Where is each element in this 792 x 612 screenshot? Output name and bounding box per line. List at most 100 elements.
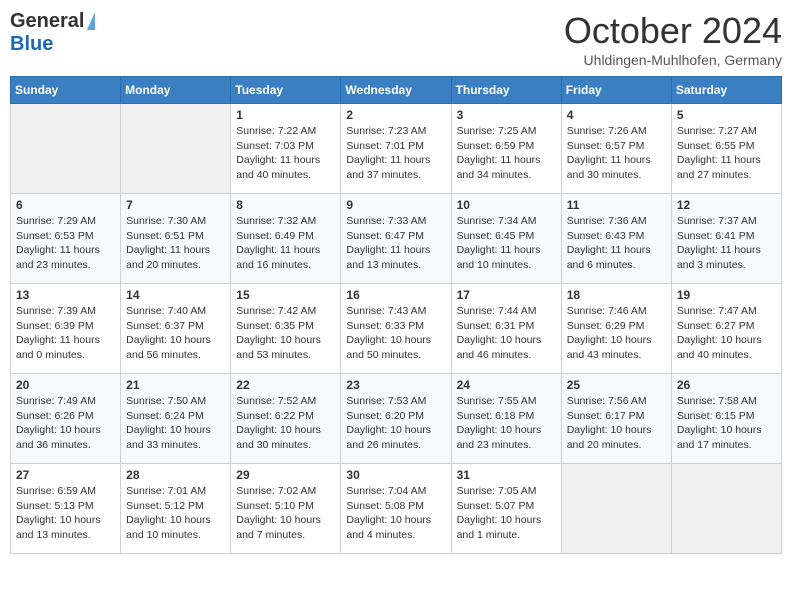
day-number: 21: [126, 378, 225, 392]
weekday-header-monday: Monday: [121, 77, 231, 104]
calendar-cell: 25 Sunrise: 7:56 AM Sunset: 6:17 PM Dayli…: [561, 374, 671, 464]
calendar-cell: [561, 464, 671, 554]
day-number: 6: [16, 198, 115, 212]
day-number: 26: [677, 378, 776, 392]
weekday-header-wednesday: Wednesday: [341, 77, 451, 104]
day-number: 10: [457, 198, 556, 212]
logo-icon: [87, 12, 95, 30]
day-number: 3: [457, 108, 556, 122]
calendar-cell: 3 Sunrise: 7:25 AM Sunset: 6:59 PM Daylig…: [451, 104, 561, 194]
day-info: Sunrise: 7:39 AM Sunset: 6:39 PM Dayligh…: [16, 304, 115, 363]
day-number: 4: [567, 108, 666, 122]
title-section: October 2024 Uhldingen-Muhlhofen, German…: [564, 10, 782, 68]
day-info: Sunrise: 7:50 AM Sunset: 6:24 PM Dayligh…: [126, 394, 225, 453]
calendar-cell: 19Sunrise: 7:47 AM Sunset: 6:27 PM Dayli…: [671, 284, 781, 374]
calendar-cell: 4 Sunrise: 7:26 AM Sunset: 6:57 PM Daylig…: [561, 104, 671, 194]
calendar-cell: 5Sunrise: 7:27 AM Sunset: 6:55 PM Daylig…: [671, 104, 781, 194]
day-info: Sunrise: 7:33 AM Sunset: 6:47 PM Dayligh…: [346, 214, 445, 273]
weekday-header-row: SundayMondayTuesdayWednesdayThursdayFrid…: [11, 77, 782, 104]
day-number: 1: [236, 108, 335, 122]
calendar-cell: 22 Sunrise: 7:52 AM Sunset: 6:22 PM Dayli…: [231, 374, 341, 464]
day-info: Sunrise: 7:01 AM Sunset: 5:12 PM Dayligh…: [126, 484, 225, 543]
day-info: Sunrise: 7:22 AM Sunset: 7:03 PM Dayligh…: [236, 124, 335, 183]
calendar-cell: 21 Sunrise: 7:50 AM Sunset: 6:24 PM Dayli…: [121, 374, 231, 464]
calendar-cell: 31 Sunrise: 7:05 AM Sunset: 5:07 PM Dayli…: [451, 464, 561, 554]
calendar-cell: 20 Sunrise: 7:49 AM Sunset: 6:26 PM Dayli…: [11, 374, 121, 464]
day-info: Sunrise: 7:56 AM Sunset: 6:17 PM Dayligh…: [567, 394, 666, 453]
day-number: 22: [236, 378, 335, 392]
day-number: 31: [457, 468, 556, 482]
day-number: 18: [567, 288, 666, 302]
day-number: 27: [16, 468, 115, 482]
day-number: 2: [346, 108, 445, 122]
day-number: 29: [236, 468, 335, 482]
day-info: Sunrise: 7:53 AM Sunset: 6:20 PM Dayligh…: [346, 394, 445, 453]
day-info: Sunrise: 7:30 AM Sunset: 6:51 PM Dayligh…: [126, 214, 225, 273]
calendar-cell: 30 Sunrise: 7:04 AM Sunset: 5:08 PM Dayli…: [341, 464, 451, 554]
calendar-cell: 9 Sunrise: 7:33 AM Sunset: 6:47 PM Daylig…: [341, 194, 451, 284]
day-number: 9: [346, 198, 445, 212]
calendar-cell: 10 Sunrise: 7:34 AM Sunset: 6:45 PM Dayli…: [451, 194, 561, 284]
day-number: 25: [567, 378, 666, 392]
day-info: Sunrise: 7:34 AM Sunset: 6:45 PM Dayligh…: [457, 214, 556, 273]
day-number: 15: [236, 288, 335, 302]
calendar-cell: 1 Sunrise: 7:22 AM Sunset: 7:03 PM Daylig…: [231, 104, 341, 194]
logo: General Blue: [10, 10, 95, 56]
day-info: Sunrise: 7:25 AM Sunset: 6:59 PM Dayligh…: [457, 124, 556, 183]
day-number: 30: [346, 468, 445, 482]
day-info: Sunrise: 7:26 AM Sunset: 6:57 PM Dayligh…: [567, 124, 666, 183]
day-info: Sunrise: 7:49 AM Sunset: 6:26 PM Dayligh…: [16, 394, 115, 453]
day-info: Sunrise: 7:55 AM Sunset: 6:18 PM Dayligh…: [457, 394, 556, 453]
calendar-cell: 16 Sunrise: 7:43 AM Sunset: 6:33 PM Dayli…: [341, 284, 451, 374]
weekday-header-sunday: Sunday: [11, 77, 121, 104]
day-info: Sunrise: 7:58 AM Sunset: 6:15 PM Dayligh…: [677, 394, 776, 453]
day-number: 13: [16, 288, 115, 302]
calendar-cell: 28Sunrise: 7:01 AM Sunset: 5:12 PM Dayli…: [121, 464, 231, 554]
calendar-cell: 27 Sunrise: 6:59 AM Sunset: 5:13 PM Dayli…: [11, 464, 121, 554]
calendar-table: SundayMondayTuesdayWednesdayThursdayFrid…: [10, 76, 782, 554]
calendar-cell: 18 Sunrise: 7:46 AM Sunset: 6:29 PM Dayli…: [561, 284, 671, 374]
day-info: Sunrise: 7:04 AM Sunset: 5:08 PM Dayligh…: [346, 484, 445, 543]
day-number: 20: [16, 378, 115, 392]
day-info: Sunrise: 7:36 AM Sunset: 6:43 PM Dayligh…: [567, 214, 666, 273]
calendar-cell: 14Sunrise: 7:40 AM Sunset: 6:37 PM Dayli…: [121, 284, 231, 374]
day-number: 24: [457, 378, 556, 392]
month-title: October 2024: [564, 10, 782, 52]
day-number: 8: [236, 198, 335, 212]
day-info: Sunrise: 7:44 AM Sunset: 6:31 PM Dayligh…: [457, 304, 556, 363]
day-info: Sunrise: 7:42 AM Sunset: 6:35 PM Dayligh…: [236, 304, 335, 363]
calendar-week-row: 13 Sunrise: 7:39 AM Sunset: 6:39 PM Dayli…: [11, 284, 782, 374]
calendar-cell: 6Sunrise: 7:29 AM Sunset: 6:53 PM Daylig…: [11, 194, 121, 284]
calendar-week-row: 1 Sunrise: 7:22 AM Sunset: 7:03 PM Daylig…: [11, 104, 782, 194]
day-number: 11: [567, 198, 666, 212]
logo-general-text: General: [10, 10, 84, 33]
day-info: Sunrise: 7:02 AM Sunset: 5:10 PM Dayligh…: [236, 484, 335, 543]
location-text: Uhldingen-Muhlhofen, Germany: [564, 52, 782, 68]
day-info: Sunrise: 7:37 AM Sunset: 6:41 PM Dayligh…: [677, 214, 776, 273]
day-info: Sunrise: 7:47 AM Sunset: 6:27 PM Dayligh…: [677, 304, 776, 363]
day-info: Sunrise: 7:27 AM Sunset: 6:55 PM Dayligh…: [677, 124, 776, 183]
calendar-cell: [11, 104, 121, 194]
calendar-cell: 23Sunrise: 7:53 AM Sunset: 6:20 PM Dayli…: [341, 374, 451, 464]
calendar-cell: 26 Sunrise: 7:58 AM Sunset: 6:15 PM Dayli…: [671, 374, 781, 464]
weekday-header-tuesday: Tuesday: [231, 77, 341, 104]
calendar-cell: 17Sunrise: 7:44 AM Sunset: 6:31 PM Dayli…: [451, 284, 561, 374]
calendar-cell: [121, 104, 231, 194]
weekday-header-thursday: Thursday: [451, 77, 561, 104]
calendar-week-row: 20 Sunrise: 7:49 AM Sunset: 6:26 PM Dayli…: [11, 374, 782, 464]
calendar-cell: 7Sunrise: 7:30 AM Sunset: 6:51 PM Daylig…: [121, 194, 231, 284]
day-info: Sunrise: 7:23 AM Sunset: 7:01 PM Dayligh…: [346, 124, 445, 183]
logo-blue-text: Blue: [10, 33, 53, 55]
day-info: Sunrise: 7:05 AM Sunset: 5:07 PM Dayligh…: [457, 484, 556, 543]
page-header: General Blue October 2024 Uhldingen-Muhl…: [10, 10, 782, 68]
day-number: 12: [677, 198, 776, 212]
weekday-header-friday: Friday: [561, 77, 671, 104]
day-number: 14: [126, 288, 225, 302]
day-info: Sunrise: 7:43 AM Sunset: 6:33 PM Dayligh…: [346, 304, 445, 363]
day-number: 16: [346, 288, 445, 302]
day-info: Sunrise: 7:46 AM Sunset: 6:29 PM Dayligh…: [567, 304, 666, 363]
day-info: Sunrise: 7:52 AM Sunset: 6:22 PM Dayligh…: [236, 394, 335, 453]
calendar-cell: 2 Sunrise: 7:23 AM Sunset: 7:01 PM Daylig…: [341, 104, 451, 194]
day-info: Sunrise: 6:59 AM Sunset: 5:13 PM Dayligh…: [16, 484, 115, 543]
calendar-cell: 29 Sunrise: 7:02 AM Sunset: 5:10 PM Dayli…: [231, 464, 341, 554]
